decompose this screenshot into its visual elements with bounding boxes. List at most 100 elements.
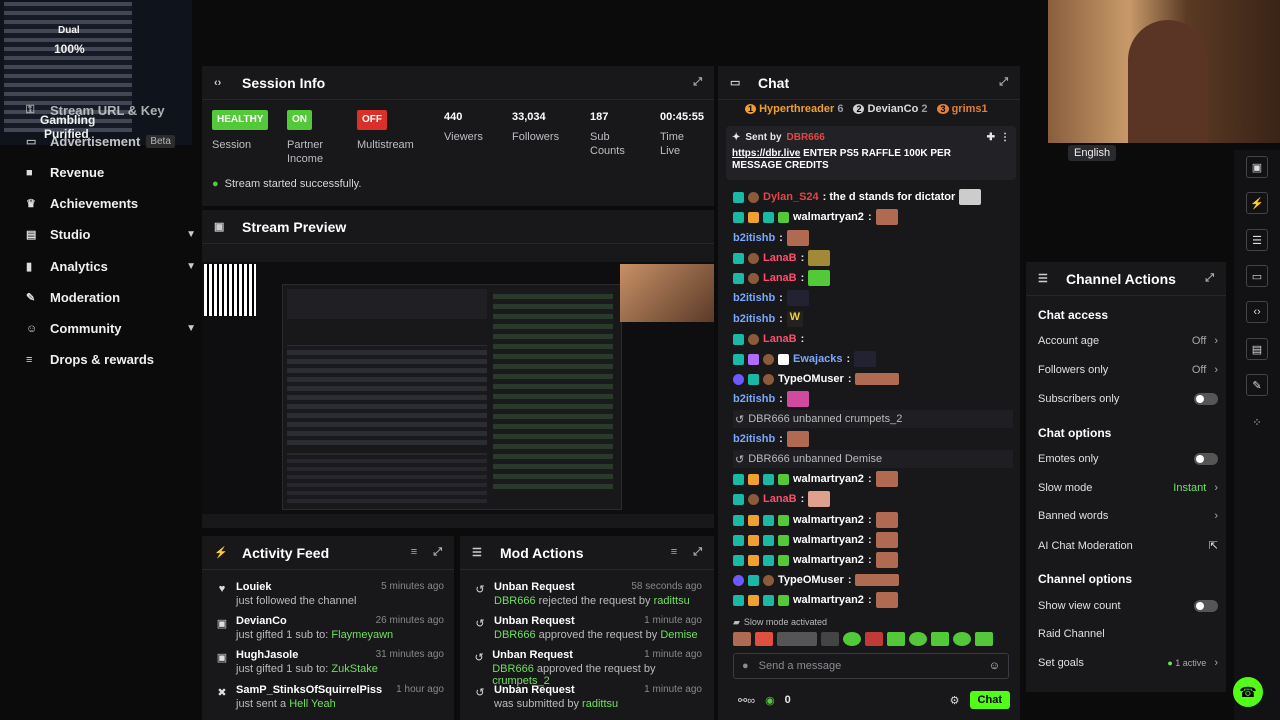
arrows-icon: ‹› (214, 76, 222, 89)
filter-icon[interactable]: ≡ (411, 546, 417, 559)
send-chat-button[interactable]: Chat (969, 691, 1010, 709)
preview-icon[interactable]: ▤ (1246, 338, 1268, 360)
share-icon[interactable]: ⚯∞ (738, 694, 755, 707)
chat-input[interactable]: ● Send a message ☺ (733, 653, 1009, 679)
chat-username[interactable]: LanaB (763, 333, 797, 345)
chat-username[interactable]: b2itishb (733, 292, 775, 304)
chat-username[interactable]: b2itishb (733, 313, 775, 325)
chat-username[interactable]: LanaB (763, 272, 797, 284)
chat-footer: ⚯∞ ◉ 0 ⚙ Chat (738, 690, 1010, 710)
bolt-icon[interactable]: ⚡ (1246, 192, 1268, 214)
chat-username[interactable]: walmartryan2 (793, 473, 864, 485)
chat-username[interactable]: LanaB (763, 493, 797, 505)
raid-channel-row[interactable]: Raid Channel (1038, 628, 1218, 640)
chat-input-placeholder: Send a message (758, 660, 842, 672)
popout-icon[interactable]: ⤢ (693, 546, 702, 559)
popout-icon[interactable]: ⤢ (999, 76, 1008, 89)
chat-username[interactable]: Dylan_S24 (763, 191, 819, 203)
pin-toggle-icon[interactable]: ✚ (987, 132, 995, 143)
row-label: AI Chat Moderation (1038, 539, 1133, 552)
apps-icon[interactable]: ⁘ (1246, 411, 1268, 433)
pinned-message[interactable]: ✦ Sent by DBR666 ✚ ⋮ https://dbr.live ENTER … (726, 126, 1016, 180)
row-value: Off (1191, 364, 1207, 376)
chat-text: : (779, 292, 783, 304)
row-label: Followers only (1038, 364, 1109, 376)
chat-username[interactable]: walmartryan2 (793, 594, 864, 606)
chat-username[interactable]: Ewajacks (793, 353, 843, 365)
chat-message: LanaB: (733, 490, 831, 508)
ai-moderation-row[interactable]: AI Chat Moderation ⇱ (1038, 539, 1218, 553)
chat-username[interactable]: LanaB (763, 252, 797, 264)
chat-username[interactable]: walmartryan2 (793, 554, 864, 566)
mod-target: radittsu (582, 698, 619, 710)
sidebar-item-label: Stream URL & Key (50, 103, 165, 118)
dashboard-icon[interactable]: ▣ (1246, 156, 1268, 178)
chat-message: walmartryan2: (733, 208, 898, 226)
chat-icon[interactable]: ▭ (1246, 265, 1268, 287)
panel-title: Channel Actions (1066, 270, 1176, 287)
emoji-icon[interactable]: ☺ (989, 660, 1000, 672)
chat-message: b2itishb: (733, 430, 809, 448)
list-item: ♥ Louiek just followed the channel 5 minute… (208, 581, 444, 607)
chat-username[interactable]: b2itishb (733, 232, 775, 244)
more-icon[interactable]: ⋮ (1000, 132, 1010, 143)
page-title: Session Info (242, 74, 326, 91)
sidebar-item-studio[interactable]: ▤ Studio ▼ (26, 227, 196, 242)
chat-username[interactable]: b2itishb (733, 393, 775, 405)
gifter-1[interactable]: 1 Hyperthreader 6 (745, 103, 843, 115)
slow-mode-text: Slow mode activated (743, 617, 827, 627)
sidebar-item-drops[interactable]: ≡ Drops & rewards (26, 352, 196, 367)
mod-who: DBR666 (494, 629, 536, 641)
set-goals-row[interactable]: Set goals ● 1 active › (1038, 657, 1218, 669)
subscribers-only-toggle[interactable] (1194, 393, 1218, 405)
sidebar-item-revenue[interactable]: ■ Revenue (26, 165, 196, 180)
gifter-2[interactable]: 2 DevianCo 2 (853, 103, 927, 115)
sidebar-item-label: Achievements (50, 196, 139, 211)
slow-mode-row[interactable]: Slow mode Instant › (1038, 482, 1218, 494)
sidebar-item-analytics[interactable]: ▮ Analytics ▼ (26, 259, 196, 274)
heart-icon: ♥ (218, 583, 226, 595)
account-age-row[interactable]: Account age Off › (1038, 335, 1218, 347)
gifter-3[interactable]: 3 grims1 (937, 103, 988, 115)
emote-bar[interactable] (733, 632, 1009, 646)
sidebar-item-advertisement[interactable]: ▭ Advertisement Beta (26, 134, 196, 149)
chat-username[interactable]: TypeOMuser (778, 373, 844, 385)
support-button[interactable]: ☎ (1233, 677, 1263, 707)
chat-username[interactable]: b2itishb (733, 433, 775, 445)
feed-time: 1 hour ago (396, 684, 444, 695)
chat-text: : the d stands for dictator (822, 191, 956, 203)
pinned-sender: DBR666 (786, 132, 825, 143)
sidebar-item-stream-url[interactable]: ⚿ Stream URL & Key (26, 103, 196, 118)
stat-label: Sub Counts (590, 131, 625, 157)
channel-actions-header: ☰ Channel Actions ⤢ (1026, 262, 1226, 296)
history-icon: ↺ (474, 652, 484, 664)
chat-text: : (867, 211, 872, 223)
list-icon[interactable]: ☰ (1246, 229, 1268, 251)
popout-icon[interactable]: ⤢ (433, 546, 442, 559)
preview-qr (204, 264, 256, 316)
preview-video[interactable] (202, 262, 714, 514)
wrench-icon[interactable]: ✎ (1246, 374, 1268, 396)
chat-message: LanaB: (733, 330, 804, 348)
arrows-icon[interactable]: ‹› (1246, 301, 1268, 323)
chat-username[interactable]: walmartryan2 (793, 514, 864, 526)
chat-username[interactable]: walmartryan2 (793, 534, 864, 546)
gear-icon[interactable]: ⚙ (950, 694, 960, 707)
chat-username[interactable]: TypeOMuser (778, 574, 844, 586)
banned-words-row[interactable]: Banned words › (1038, 510, 1218, 522)
followers-only-row[interactable]: Followers only Off › (1038, 364, 1218, 376)
list-item: ▣ HughJasole just gifted 1 sub to: ZukStak… (208, 649, 444, 675)
sidebar-item-achievements[interactable]: ♛ Achievements (26, 196, 196, 211)
sidebar-item-moderation[interactable]: ✎ Moderation (26, 290, 196, 305)
chat-username[interactable]: walmartryan2 (793, 211, 864, 223)
popout-icon[interactable]: ⤢ (693, 76, 702, 89)
emotes-only-toggle[interactable] (1194, 453, 1218, 465)
popout-icon[interactable]: ⤢ (1205, 272, 1214, 285)
sidebar-item-community[interactable]: ☺ Community ▼ (26, 321, 196, 336)
filter-icon[interactable]: ≡ (671, 546, 677, 559)
pinned-label: Sent by (745, 132, 782, 143)
show-view-count-toggle[interactable] (1194, 600, 1218, 612)
stream-overlay: Dual 100% Gambling Purified (0, 0, 192, 145)
status-badge: OFF (357, 110, 387, 130)
pinned-link[interactable]: https://dbr.live (732, 148, 800, 159)
